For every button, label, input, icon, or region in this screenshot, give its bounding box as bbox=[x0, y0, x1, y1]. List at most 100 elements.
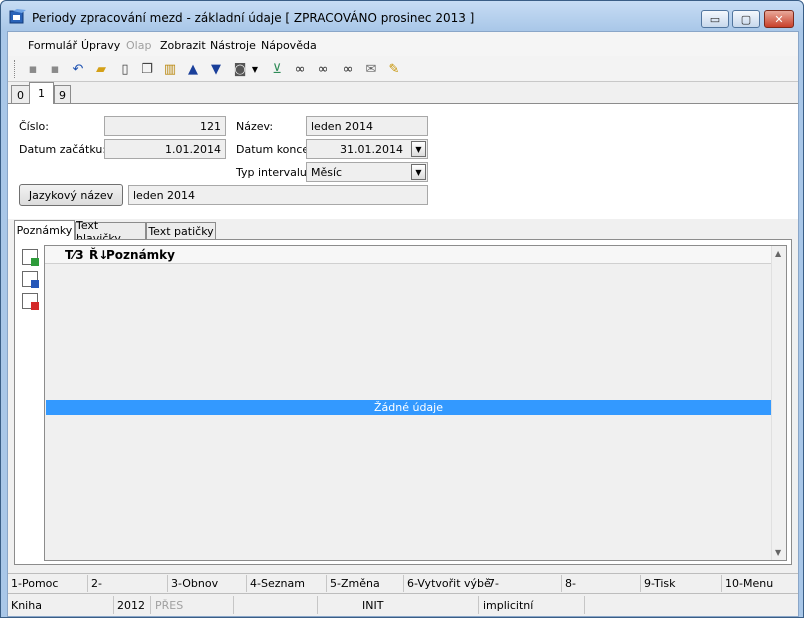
fkey-8[interactable]: 8- bbox=[565, 577, 576, 590]
open-folder-icon[interactable]: ▰ bbox=[92, 60, 110, 78]
tab-9[interactable]: 9 bbox=[54, 85, 71, 104]
empty-data-row[interactable]: Žádné údaje bbox=[46, 400, 771, 415]
nazev-label: Název: bbox=[236, 120, 274, 133]
fkey-separator bbox=[87, 575, 88, 592]
status-setting: implicitní bbox=[483, 599, 534, 612]
form-area: Číslo: 121 Název: leden 2014 Datum začát… bbox=[8, 103, 798, 219]
datum-zacatku-label: Datum začátku: bbox=[19, 143, 107, 156]
status-separator bbox=[233, 596, 234, 614]
status-separator bbox=[150, 596, 151, 614]
delete-note-icon[interactable] bbox=[22, 293, 39, 310]
status-separator bbox=[478, 596, 479, 614]
status-separator bbox=[317, 596, 318, 614]
binoculars-next-icon[interactable]: ∞ bbox=[314, 60, 332, 78]
fkey-separator bbox=[561, 575, 562, 592]
typ-intervalu-dropdown-icon[interactable]: ▼ bbox=[411, 164, 426, 180]
menu-napoveda[interactable]: Nápověda bbox=[261, 39, 317, 52]
dropdown-arrow-icon[interactable]: ▼ bbox=[250, 60, 260, 78]
menu-olap[interactable]: Olap bbox=[126, 39, 151, 52]
menu-formular[interactable]: Formulář bbox=[28, 39, 77, 52]
typ-intervalu-value: Měsíc bbox=[311, 166, 343, 179]
tab-text-paticky[interactable]: Text patičky bbox=[146, 222, 216, 240]
edit-note-icon[interactable]: ✎ bbox=[385, 60, 403, 78]
fkey-separator bbox=[640, 575, 641, 592]
fkey-separator bbox=[326, 575, 327, 592]
close-icon: ✕ bbox=[774, 12, 784, 26]
menu-zobrazit[interactable]: Zobrazit bbox=[160, 39, 206, 52]
scroll-up-icon[interactable]: ▲ bbox=[775, 249, 781, 258]
fkey-separator bbox=[721, 575, 722, 592]
close-button[interactable]: ✕ bbox=[764, 10, 794, 28]
datum-konce-value: 31.01.2014 bbox=[340, 143, 403, 156]
menu-nastroje[interactable]: Nástroje bbox=[210, 39, 256, 52]
arrow-down-icon[interactable]: ▼ bbox=[207, 60, 225, 78]
envelope-icon[interactable]: ✉ bbox=[362, 60, 380, 78]
fkey-9[interactable]: 9-Tisk bbox=[644, 577, 676, 590]
window-title: Periody zpracování mezd - základní údaje… bbox=[32, 11, 475, 25]
function-key-bar: 1-Pomoc 2- 3-Obnov 4-Seznam 5-Změna 6-Vy… bbox=[8, 573, 798, 592]
menu-upravy[interactable]: Úpravy bbox=[81, 39, 120, 52]
nazev-field[interactable]: leden 2014 bbox=[306, 116, 428, 136]
fkey-7[interactable]: 7- bbox=[488, 577, 499, 590]
status-bar: Kniha 2012 PŘES INIT implicitní bbox=[8, 593, 798, 616]
minimize-button[interactable]: ▭ bbox=[701, 10, 729, 28]
status-separator bbox=[113, 596, 114, 614]
book-icon[interactable]: ▥ bbox=[161, 60, 179, 78]
datum-konce-field[interactable]: 31.01.2014 ▼ bbox=[306, 139, 428, 159]
save-as-icon[interactable]: ▪ bbox=[46, 60, 64, 78]
vertical-scrollbar[interactable]: ▲ ▼ bbox=[771, 246, 786, 560]
status-module: Kniha bbox=[11, 599, 42, 612]
binoculars-previous-icon[interactable]: ∞ bbox=[339, 60, 357, 78]
datum-konce-label: Datum konce: bbox=[236, 143, 313, 156]
fkey-1[interactable]: 1-Pomoc bbox=[11, 577, 58, 590]
jazykovy-nazev-field[interactable]: leden 2014 bbox=[128, 185, 428, 205]
datum-konce-dropdown-icon[interactable]: ▼ bbox=[411, 141, 426, 157]
status-state: INIT bbox=[362, 599, 384, 612]
toolbar-grip[interactable] bbox=[14, 60, 17, 78]
app-window: Periody zpracování mezd - základní údaje… bbox=[0, 0, 804, 618]
new-document-icon[interactable]: ▯ bbox=[116, 60, 134, 78]
camera-icon[interactable]: ◙ bbox=[231, 60, 249, 78]
tab-0[interactable]: 0 bbox=[11, 85, 30, 104]
fkey-2[interactable]: 2- bbox=[91, 577, 102, 590]
app-icon bbox=[9, 9, 26, 24]
scroll-down-icon[interactable]: ▼ bbox=[775, 548, 781, 557]
arrow-up-icon[interactable]: ▲ bbox=[184, 60, 202, 78]
save-icon[interactable]: ▪ bbox=[24, 60, 42, 78]
fkey-6[interactable]: 6-Vytvořit výbě bbox=[407, 577, 491, 590]
typ-intervalu-label: Typ intervalu: bbox=[236, 166, 311, 179]
datum-zacatku-field[interactable]: 1.01.2014 bbox=[104, 139, 226, 159]
fkey-3[interactable]: 3-Obnov bbox=[171, 577, 218, 590]
fkey-separator bbox=[403, 575, 404, 592]
notes-grid: T⁄3 Ř↓ Poznámky Žádné údaje ▲ ▼ bbox=[44, 245, 787, 561]
view-note-icon[interactable] bbox=[22, 271, 39, 288]
grid-header: T⁄3 Ř↓ Poznámky bbox=[45, 246, 772, 264]
copy-icon[interactable]: ❐ bbox=[138, 60, 156, 78]
typ-intervalu-select[interactable]: Měsíc ▼ bbox=[306, 162, 428, 182]
jazykovy-nazev-button[interactable]: Jazykový název bbox=[19, 184, 123, 206]
maximize-button[interactable]: ▢ bbox=[732, 10, 760, 28]
filter-icon[interactable]: ⊻ bbox=[268, 60, 286, 78]
fkey-4[interactable]: 4-Seznam bbox=[250, 577, 305, 590]
column-type-header[interactable]: T⁄3 bbox=[65, 248, 84, 262]
tab-poznamky[interactable]: Poznámky bbox=[14, 220, 75, 240]
tab-text-hlavicky[interactable]: Text hlavičky bbox=[75, 219, 146, 245]
status-year: 2012 bbox=[117, 599, 145, 612]
bottom-tab-row: Poznámky Text hlavičky Text patičky bbox=[14, 219, 798, 245]
column-notes-header[interactable]: Poznámky bbox=[106, 248, 175, 262]
status-separator bbox=[584, 596, 585, 614]
title-bar[interactable]: Periody zpracování mezd - základní údaje… bbox=[1, 1, 803, 31]
status-mode: PŘES bbox=[155, 599, 184, 612]
client-area: Formulář Úpravy Olap Zobrazit Nástroje N… bbox=[7, 31, 799, 617]
tab-1[interactable]: 1 bbox=[29, 82, 54, 104]
undo-icon[interactable]: ↶ bbox=[69, 60, 87, 78]
top-tab-row: 0 1 9 bbox=[8, 82, 798, 104]
binoculars-icon[interactable]: ∞ bbox=[291, 60, 309, 78]
menu-bar: Formulář Úpravy Olap Zobrazit Nástroje N… bbox=[8, 32, 798, 56]
cislo-field[interactable]: 121 bbox=[104, 116, 226, 136]
add-note-icon[interactable] bbox=[22, 249, 39, 266]
fkey-5[interactable]: 5-Změna bbox=[330, 577, 380, 590]
maximize-icon: ▢ bbox=[740, 12, 752, 26]
fkey-separator bbox=[246, 575, 247, 592]
fkey-10[interactable]: 10-Menu bbox=[725, 577, 773, 590]
